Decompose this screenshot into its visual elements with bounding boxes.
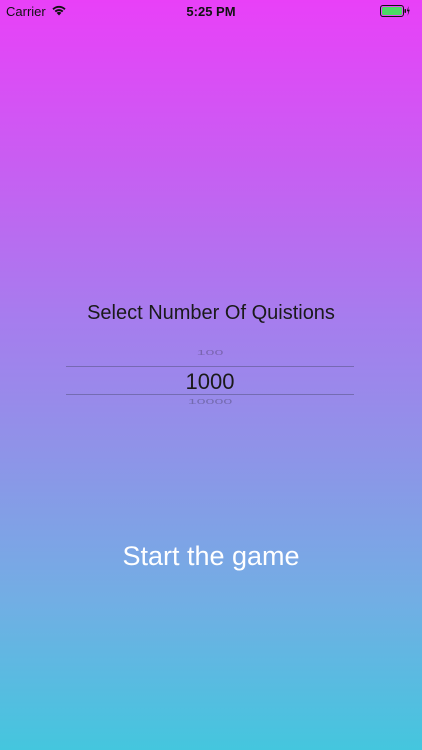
- battery-icon: [380, 5, 410, 17]
- picker-selection-line-top: [66, 366, 354, 367]
- start-game-button[interactable]: Start the game: [80, 536, 342, 576]
- status-bar: Carrier 5:25 PM: [0, 0, 422, 22]
- picker-option-selected[interactable]: 1000: [66, 369, 354, 395]
- bolt-icon: [406, 6, 410, 16]
- clock-time: 5:25 PM: [186, 4, 236, 19]
- picker-selection-line-bottom: [66, 394, 354, 395]
- page-title: Select Number Of Quistions: [87, 302, 335, 324]
- app-screen: Carrier 5:25 PM Select Number Of Quistio…: [0, 0, 422, 750]
- question-count-picker[interactable]: 100 1000 10000: [66, 350, 354, 406]
- picker-option-next[interactable]: 10000: [66, 398, 354, 406]
- picker-option-previous[interactable]: 100: [66, 350, 354, 357]
